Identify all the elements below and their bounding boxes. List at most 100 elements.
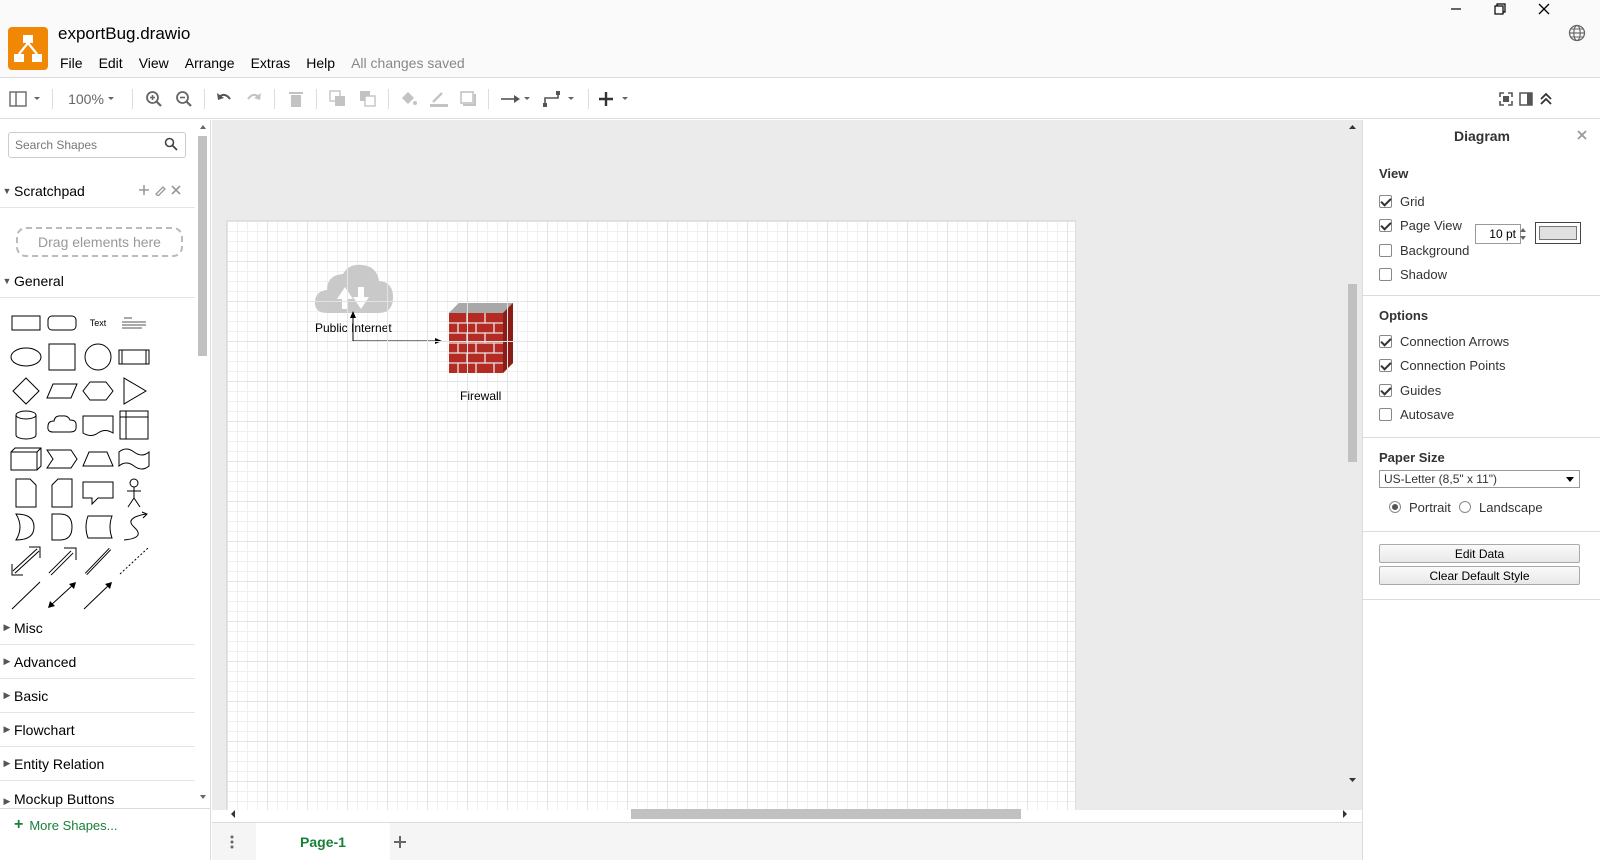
landscape-radio[interactable]: Landscape [1459, 498, 1543, 516]
minimize-icon[interactable] [1434, 0, 1478, 18]
close-icon[interactable] [170, 183, 182, 199]
arrow-shape-icon[interactable] [44, 544, 80, 578]
background-checkbox[interactable]: Background [1379, 241, 1469, 259]
pages-menu-icon[interactable] [228, 834, 236, 853]
triangle-shape-icon[interactable] [116, 374, 152, 408]
delete-icon[interactable] [286, 87, 306, 111]
general-header[interactable]: ▼ General [0, 264, 195, 298]
section-mockup-buttons[interactable]: ▶ Mockup Buttons [0, 781, 195, 807]
menu-extras[interactable]: Extras [243, 55, 299, 71]
internal-storage-shape-icon[interactable] [116, 408, 152, 442]
line-color-icon[interactable] [428, 87, 450, 111]
line-shape-icon[interactable] [8, 578, 44, 612]
diagram-page[interactable]: Public Internet Firewall [226, 220, 1076, 810]
menu-edit[interactable]: Edit [91, 55, 131, 71]
close-window-icon[interactable] [1522, 0, 1566, 18]
undo-icon[interactable] [214, 87, 234, 111]
format-panel-toggle-icon[interactable] [1516, 87, 1536, 111]
canvas-horizontal-scrollbar[interactable] [226, 806, 1354, 822]
callout-shape-icon[interactable] [80, 476, 116, 510]
section-misc[interactable]: ▶ Misc [0, 611, 195, 645]
section-entity-relation[interactable]: ▶ Entity Relation [0, 747, 195, 781]
ellipse-shape-icon[interactable] [8, 340, 44, 374]
rounded-rectangle-shape-icon[interactable] [44, 306, 80, 340]
curve-shape-icon[interactable] [116, 510, 152, 544]
or-shape-icon[interactable] [8, 510, 44, 544]
cube-shape-icon[interactable] [8, 442, 44, 476]
circle-shape-icon[interactable] [80, 340, 116, 374]
to-back-icon[interactable] [358, 87, 378, 111]
connection-points-checkbox[interactable]: Connection Points [1379, 356, 1506, 374]
canvas-vertical-scrollbar[interactable] [1345, 120, 1360, 806]
clear-default-style-button[interactable]: Clear Default Style [1379, 566, 1580, 585]
section-flowchart[interactable]: ▶ Flowchart [0, 713, 195, 747]
link-shape-icon[interactable] [80, 544, 116, 578]
zoom-out-icon[interactable] [174, 87, 194, 111]
insert-plus-icon[interactable] [598, 87, 634, 111]
scratchpad-dropzone[interactable]: Drag elements here [16, 227, 183, 257]
grid-color-swatch[interactable] [1535, 222, 1581, 244]
menu-help[interactable]: Help [298, 55, 343, 71]
card-shape-icon[interactable] [44, 476, 80, 510]
cylinder-shape-icon[interactable] [8, 408, 44, 442]
sidebar-scrollbar[interactable] [196, 120, 210, 810]
waypoints-icon[interactable] [542, 87, 578, 111]
dashed-line-shape-icon[interactable] [116, 544, 152, 578]
autosave-checkbox[interactable]: Autosave [1379, 405, 1454, 423]
to-front-icon[interactable] [328, 87, 348, 111]
menu-arrange[interactable]: Arrange [177, 55, 243, 71]
search-icon[interactable] [164, 137, 178, 154]
tape-shape-icon[interactable] [116, 442, 152, 476]
diamond-shape-icon[interactable] [8, 374, 44, 408]
fullscreen-icon[interactable] [1496, 87, 1516, 111]
guides-checkbox[interactable]: Guides [1379, 381, 1441, 399]
add-icon[interactable] [138, 183, 150, 199]
textbox-shape-icon[interactable] [116, 306, 152, 340]
note-shape-icon[interactable] [8, 476, 44, 510]
section-basic[interactable]: ▶ Basic [0, 679, 195, 713]
scratchpad-header[interactable]: ▼ Scratchpad [0, 174, 195, 208]
document-shape-icon[interactable] [80, 408, 116, 442]
menu-file[interactable]: File [52, 55, 91, 71]
close-icon[interactable] [1576, 128, 1588, 145]
connection-arrows-checkbox[interactable]: Connection Arrows [1379, 332, 1509, 350]
rectangle-shape-icon[interactable] [8, 306, 44, 340]
data-storage-shape-icon[interactable] [80, 510, 116, 544]
edit-pencil-icon[interactable] [154, 183, 166, 199]
paper-size-select[interactable]: US-Letter (8,5" x 11") [1379, 470, 1580, 488]
shadow-icon[interactable] [458, 87, 478, 111]
step-shape-icon[interactable] [44, 442, 80, 476]
connection-style-icon[interactable] [500, 87, 534, 111]
panels-toggle-icon[interactable] [8, 87, 44, 111]
parallelogram-shape-icon[interactable] [44, 374, 80, 408]
grid-size-input[interactable] [1475, 224, 1521, 244]
more-shapes-button[interactable]: + More Shapes... [14, 816, 118, 834]
fill-color-icon[interactable] [398, 87, 418, 111]
document-title[interactable]: exportBug.drawio [58, 24, 190, 44]
connector-arrow[interactable] [347, 311, 447, 351]
text-shape-icon[interactable]: Text [80, 306, 116, 340]
page-tab-1[interactable]: Page-1 [256, 823, 390, 861]
search-shapes-input[interactable] [8, 132, 186, 158]
language-globe-icon[interactable] [1568, 24, 1586, 42]
hexagon-shape-icon[interactable] [80, 374, 116, 408]
portrait-radio[interactable]: Portrait [1389, 498, 1451, 516]
bidirectional-arrow-shape-icon[interactable] [8, 544, 44, 578]
process-shape-icon[interactable] [116, 340, 152, 374]
trapezoid-shape-icon[interactable] [80, 442, 116, 476]
redo-icon[interactable] [244, 87, 264, 111]
restore-icon[interactable] [1478, 0, 1522, 18]
grid-checkbox[interactable]: Grid [1379, 192, 1425, 210]
firewall-label[interactable]: Firewall [460, 389, 501, 403]
actor-shape-icon[interactable] [116, 476, 152, 510]
double-arrow-line-icon[interactable] [44, 578, 80, 612]
section-advanced[interactable]: ▶ Advanced [0, 645, 195, 679]
edit-data-button[interactable]: Edit Data [1379, 544, 1580, 563]
zoom-in-icon[interactable] [144, 87, 164, 111]
and-shape-icon[interactable] [44, 510, 80, 544]
cloud-shape-icon[interactable] [44, 408, 80, 442]
collapse-chevron-up-icon[interactable] [1536, 87, 1556, 111]
diagram-canvas[interactable]: Public Internet Firewall [212, 120, 1362, 810]
firewall-icon[interactable] [447, 301, 513, 384]
menu-view[interactable]: View [131, 55, 177, 71]
